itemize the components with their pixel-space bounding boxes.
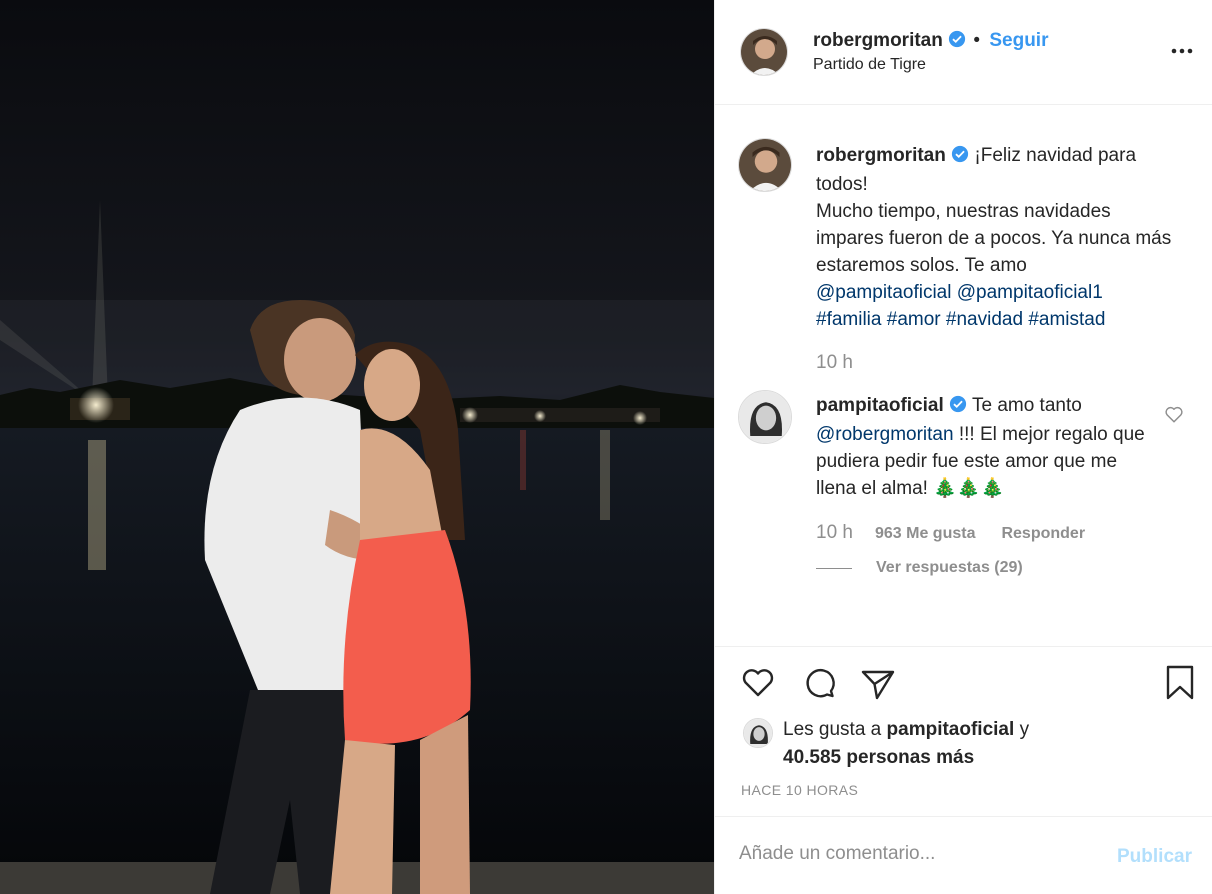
likes-user[interactable]: pampitaoficial [887, 719, 1015, 740]
caption-username[interactable]: robergmoritan [816, 145, 946, 166]
avatar-image [741, 29, 787, 75]
comment-heart-icon[interactable] [1163, 403, 1185, 425]
comment-likes-count[interactable]: 963 Me gusta [875, 525, 975, 543]
post-photo[interactable] [0, 0, 714, 894]
more-horizontal-icon[interactable] [1169, 38, 1195, 64]
caption-hashtag[interactable]: #familia [816, 309, 881, 330]
post-timestamp[interactable]: HACE 10 HORAS [741, 782, 858, 798]
comment-input[interactable] [739, 843, 1079, 865]
comment-body: pampitaoficial Te amo tanto @robergmorit… [816, 392, 1156, 502]
heart-icon[interactable] [739, 664, 777, 702]
view-replies-button[interactable]: Ver respuestas (29) [816, 559, 1023, 577]
comments-list[interactable]: robergmoritan ¡Feliz navidad para todos!… [715, 106, 1212, 646]
comment-bubble-icon[interactable] [801, 664, 839, 702]
comment-meta: 10 h 963 Me gusta Responder [816, 522, 1085, 544]
caption-line-2: Mucho tiempo, nuestras navidades impares… [816, 201, 1172, 276]
comment-time[interactable]: 10 h [816, 522, 853, 544]
likes-others[interactable]: 40.585 personas más [783, 747, 974, 768]
photo-illustration [0, 200, 714, 894]
comment-text: Te amo tanto [971, 395, 1082, 416]
caption-author-avatar[interactable] [738, 138, 792, 192]
add-comment-bar: Publicar [715, 816, 1212, 894]
commenter-username[interactable]: pampitaoficial [816, 395, 944, 416]
follow-button[interactable]: Seguir [989, 30, 1048, 51]
caption-hashtag[interactable]: #navidad [946, 309, 1023, 330]
caption-time[interactable]: 10 h [816, 352, 853, 374]
verified-badge-icon [951, 144, 969, 171]
avatar-image [744, 719, 772, 747]
bookmark-icon[interactable] [1161, 664, 1199, 702]
paper-plane-icon[interactable] [859, 664, 897, 702]
avatar-image [739, 139, 791, 191]
verified-badge-icon [949, 394, 967, 421]
likes-connector: y [1019, 719, 1030, 740]
commenter-avatar[interactable] [738, 390, 792, 444]
post-caption: robergmoritan ¡Feliz navidad para todos!… [816, 142, 1176, 333]
header-user-line: robergmoritan • Seguir [813, 30, 1048, 54]
author-avatar[interactable] [740, 28, 788, 76]
view-replies-label: Ver respuestas (29) [876, 559, 1023, 576]
likes-prefix: Les gusta a [783, 719, 882, 740]
verified-badge-icon [948, 30, 966, 54]
post-location[interactable]: Partido de Tigre [813, 56, 926, 74]
caption-hashtag[interactable]: #amor [887, 309, 941, 330]
caption-mention[interactable]: @pampitaoficial1 [957, 282, 1103, 303]
avatar-image [739, 391, 791, 443]
liker-avatar[interactable] [743, 718, 773, 748]
post-sidebar: robergmoritan • Seguir Partido de Tigre … [714, 0, 1212, 894]
replies-divider [816, 567, 852, 569]
comment-mention[interactable]: @robergmoritan [816, 424, 954, 445]
publish-button[interactable]: Publicar [1117, 846, 1192, 868]
action-bar: Les gusta a pampitaoficial y 40.585 pers… [715, 646, 1212, 816]
caption-mention[interactable]: @pampitaoficial [816, 282, 951, 303]
reply-button[interactable]: Responder [1001, 525, 1085, 543]
caption-hashtag[interactable]: #amistad [1028, 309, 1105, 330]
separator-dot: • [973, 30, 981, 51]
post-header: robergmoritan • Seguir Partido de Tigre [715, 0, 1212, 105]
likes-summary: Les gusta a pampitaoficial y 40.585 pers… [783, 716, 1183, 772]
author-username[interactable]: robergmoritan [813, 30, 943, 51]
